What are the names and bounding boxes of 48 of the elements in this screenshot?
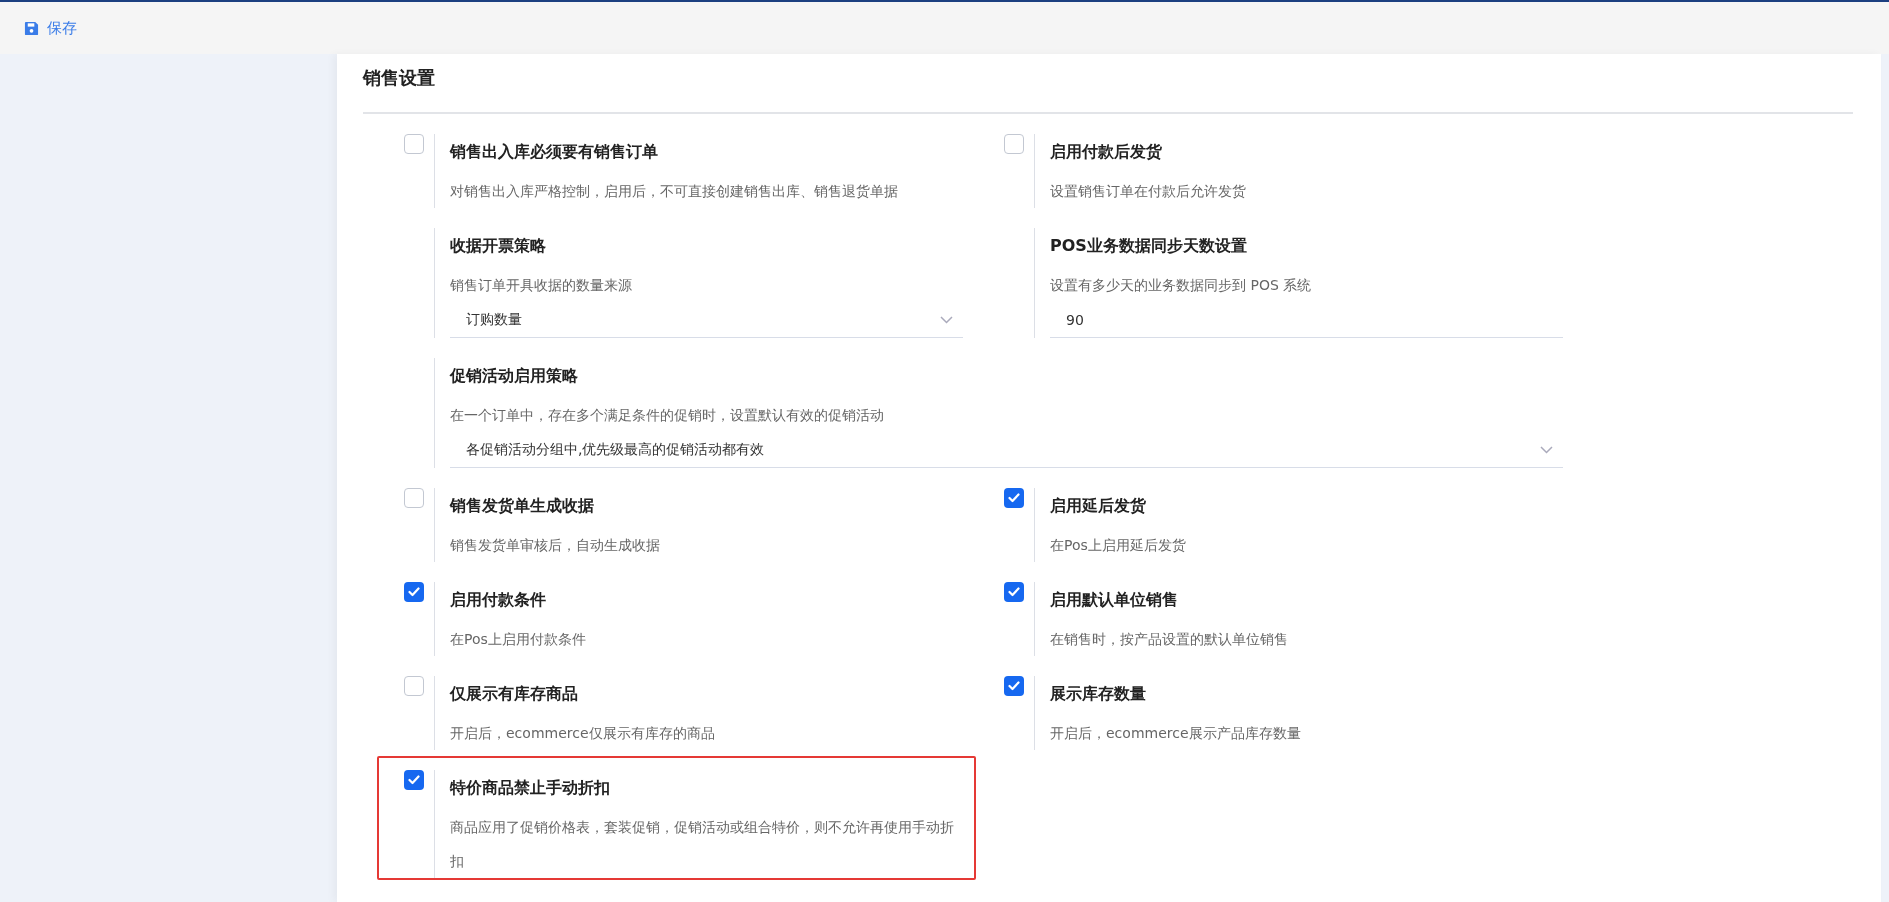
- setting-title: 启用付款条件: [450, 589, 547, 611]
- check-icon: [1008, 587, 1020, 597]
- check-icon: [408, 775, 420, 785]
- setting-title: 促销活动启用策略: [450, 365, 579, 387]
- checkbox[interactable]: [1004, 134, 1024, 154]
- setting-description: 开启后，ecommerce展示产品库存数量: [1050, 724, 1302, 743]
- setting-description: 在Pos上启用延后发货: [1050, 536, 1187, 555]
- check-icon: [408, 587, 420, 597]
- setting-description: 销售订单开具收据的数量来源: [450, 276, 633, 295]
- setting-description: 设置有多少天的业务数据同步到 POS 系统: [1050, 276, 1313, 295]
- setting-description: 商品应用了促销价格表，套装促销，促销活动或组合特价，则不允许再使用手动折扣: [450, 818, 955, 871]
- checkbox[interactable]: [404, 488, 424, 508]
- setting-description: 对销售出入库严格控制，启用后，不可直接创建销售出库、销售退货单据: [450, 182, 899, 201]
- check-icon: [1008, 681, 1020, 691]
- setting-description: 在Pos上启用付款条件: [450, 630, 587, 649]
- chevron-down-icon: [1540, 445, 1553, 454]
- select-value: 订购数量: [466, 310, 522, 329]
- select-field[interactable]: 订购数量: [450, 302, 963, 338]
- setting-title: 仅展示有库存商品: [450, 683, 579, 705]
- setting-description: 开启后，ecommerce仅展示有库存的商品: [450, 724, 716, 743]
- setting-title: 启用付款后发货: [1050, 141, 1163, 163]
- save-button[interactable]: 保存: [24, 14, 77, 42]
- setting-description: 在销售时，按产品设置的默认单位销售: [1050, 630, 1289, 649]
- checkbox[interactable]: [1004, 582, 1024, 602]
- checkbox[interactable]: [1004, 676, 1024, 696]
- check-icon: [1008, 493, 1020, 503]
- checkbox[interactable]: [404, 134, 424, 154]
- select-field[interactable]: 各促销活动分组中,优先级最高的促销活动都有效: [450, 432, 1563, 468]
- chevron-down-icon: [940, 315, 953, 324]
- input-field[interactable]: 90: [1050, 302, 1563, 338]
- setting-title: 启用默认单位销售: [1050, 589, 1179, 611]
- setting-title: 启用延后发货: [1050, 495, 1147, 517]
- checkbox[interactable]: [404, 582, 424, 602]
- setting-description: 设置销售订单在付款后允许发货: [1050, 182, 1247, 201]
- checkbox[interactable]: [1004, 488, 1024, 508]
- section-title: 销售设置: [363, 66, 436, 90]
- checkbox[interactable]: [404, 676, 424, 696]
- checkbox[interactable]: [404, 770, 424, 790]
- setting-title: 销售发货单生成收据: [450, 495, 595, 517]
- setting-title: POS业务数据同步天数设置: [1050, 235, 1248, 257]
- select-value: 各促销活动分组中,优先级最高的促销活动都有效: [466, 440, 765, 459]
- setting-title: 展示库存数量: [1050, 683, 1147, 705]
- setting-description: 在一个订单中，存在多个满足条件的促销时，设置默认有效的促销活动: [450, 406, 885, 425]
- setting-title: 收据开票策略: [450, 235, 547, 257]
- setting-title: 销售出入库必须要有销售订单: [450, 141, 659, 163]
- save-icon: [24, 20, 39, 36]
- setting-title: 特价商品禁止手动折扣: [450, 777, 611, 799]
- setting-description: 销售发货单审核后，自动生成收据: [450, 536, 661, 555]
